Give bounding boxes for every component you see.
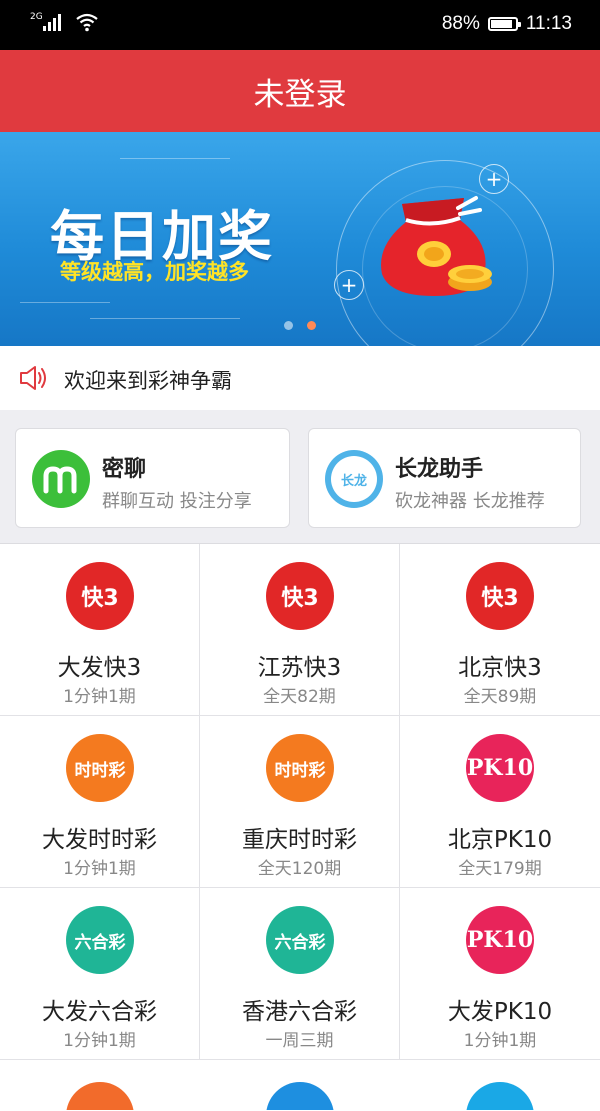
status-bar: 2G 88% 11:13 <box>0 0 600 50</box>
promo-banner[interactable]: + + 每日加奖 等级越高，加奖越多 <box>0 132 600 346</box>
lottery-frequency: 1分钟1期 <box>63 1031 136 1051</box>
lottery-item[interactable]: 快3 大发快3 1分钟1期 <box>0 544 200 716</box>
signal-group: 2G <box>30 12 99 32</box>
money-bag-icon <box>381 196 492 296</box>
liuhecai-icon: 六合彩 <box>66 906 134 974</box>
plus-icon: + <box>334 270 364 300</box>
lottery-grid: 快3 大发快3 1分钟1期 快3 江苏快3 全天82期 快3 北京快3 全天89期时时彩大发时时… <box>0 543 600 1111</box>
card-subtitle: 砍龙神器 长龙推荐 <box>395 491 545 512</box>
banner-deco-line <box>20 302 110 303</box>
speaker-icon <box>20 366 46 390</box>
kuai3-icon: 快3 <box>266 562 334 630</box>
lottery-frequency: 1分钟1期 <box>463 1031 537 1051</box>
lottery-item[interactable]: 快3 北京快3 全天89期 <box>400 544 600 716</box>
notice-bar: 欢迎来到彩神争霸 <box>0 346 600 410</box>
secret-chat-card[interactable]: 密聊 群聊互动 投注分享 <box>15 428 290 528</box>
lottery-item[interactable]: PK10 北京PK10 全天179期 <box>400 716 600 888</box>
lottery-frequency: 全天120期 <box>257 859 342 879</box>
dragon-helper-card[interactable]: 长龙 长龙助手 砍龙神器 长龙推荐 <box>308 428 581 528</box>
clock: 11:13 <box>525 13 572 34</box>
lottery-name: 江苏快3 <box>257 655 342 681</box>
m-letter-icon <box>43 466 77 494</box>
card-title: 密聊 <box>102 457 147 482</box>
lottery-frequency: 一周三期 <box>265 1031 334 1051</box>
lottery-name: 香港六合彩 <box>242 999 357 1025</box>
battery-icon <box>487 17 521 31</box>
lottery-name: 大发六合彩 <box>42 999 157 1025</box>
lottery-frequency: 1分钟1期 <box>63 859 136 879</box>
pagination-dot[interactable] <box>284 321 293 330</box>
lottery-item[interactable]: 快3 江苏快3 全天82期 <box>200 544 400 716</box>
card-title: 长龙助手 <box>395 457 484 482</box>
pk10-icon: PK10 <box>466 906 534 974</box>
banner-pagination <box>0 321 600 330</box>
signal-icon <box>42 14 61 31</box>
login-status-title[interactable]: 未登录 <box>254 69 347 114</box>
lottery-frequency: 全天82期 <box>263 687 336 707</box>
dragon-icon: 长龙 <box>325 450 383 508</box>
banner-deco-line <box>120 158 230 159</box>
network-type: 2G <box>30 12 43 22</box>
shishicai-icon: 时时彩 <box>66 734 134 802</box>
app-header: 未登录 <box>0 50 600 132</box>
lottery-name: 北京PK10 <box>447 827 553 853</box>
lottery-frequency: 1分钟1期 <box>63 687 136 707</box>
status-right: 88% 11:13 <box>442 13 572 35</box>
pagination-dot-active[interactable] <box>307 321 316 330</box>
lottery-name: 大发时时彩 <box>42 827 157 853</box>
lottery-name: 大发快3 <box>57 655 142 681</box>
card-subtitle: 群聊互动 投注分享 <box>102 491 252 512</box>
lottery-name: 北京快3 <box>458 655 542 681</box>
lottery-item[interactable]: 时时彩重庆时时彩全天120期 <box>200 716 400 888</box>
lottery-frequency: 全天89期 <box>463 687 537 707</box>
kuai3-icon: 快3 <box>66 562 134 630</box>
wifi-icon <box>76 13 98 32</box>
battery-level <box>490 20 512 28</box>
lottery-frequency: 全天179期 <box>458 859 542 879</box>
lottery-name: 重庆时时彩 <box>242 827 357 853</box>
lottery-item[interactable]: PK10 大发PK10 1分钟1期 <box>400 888 600 1060</box>
battery-percent: 88% <box>441 13 480 34</box>
liuhecai-icon: 六合彩 <box>266 906 334 974</box>
m-chat-icon <box>32 450 90 508</box>
notice-text: 欢迎来到彩神争霸 <box>64 369 232 393</box>
dragon-badge: 长龙 <box>331 456 377 502</box>
banner-subtitle: 等级越高，加奖越多 <box>60 260 249 284</box>
lottery-item[interactable]: 六合彩大发六合彩 1分钟1期 <box>0 888 200 1060</box>
pk10-icon: PK10 <box>466 734 534 802</box>
banner-deco-line <box>90 318 240 319</box>
lottery-item[interactable]: 六合彩香港六合彩一周三期 <box>200 888 400 1060</box>
lottery-name: 大发PK10 <box>447 999 553 1025</box>
lottery-item[interactable]: 时时彩大发时时彩 1分钟1期 <box>0 716 200 888</box>
kuai3-icon: 快3 <box>466 562 534 630</box>
shishicai-icon: 时时彩 <box>266 734 334 802</box>
